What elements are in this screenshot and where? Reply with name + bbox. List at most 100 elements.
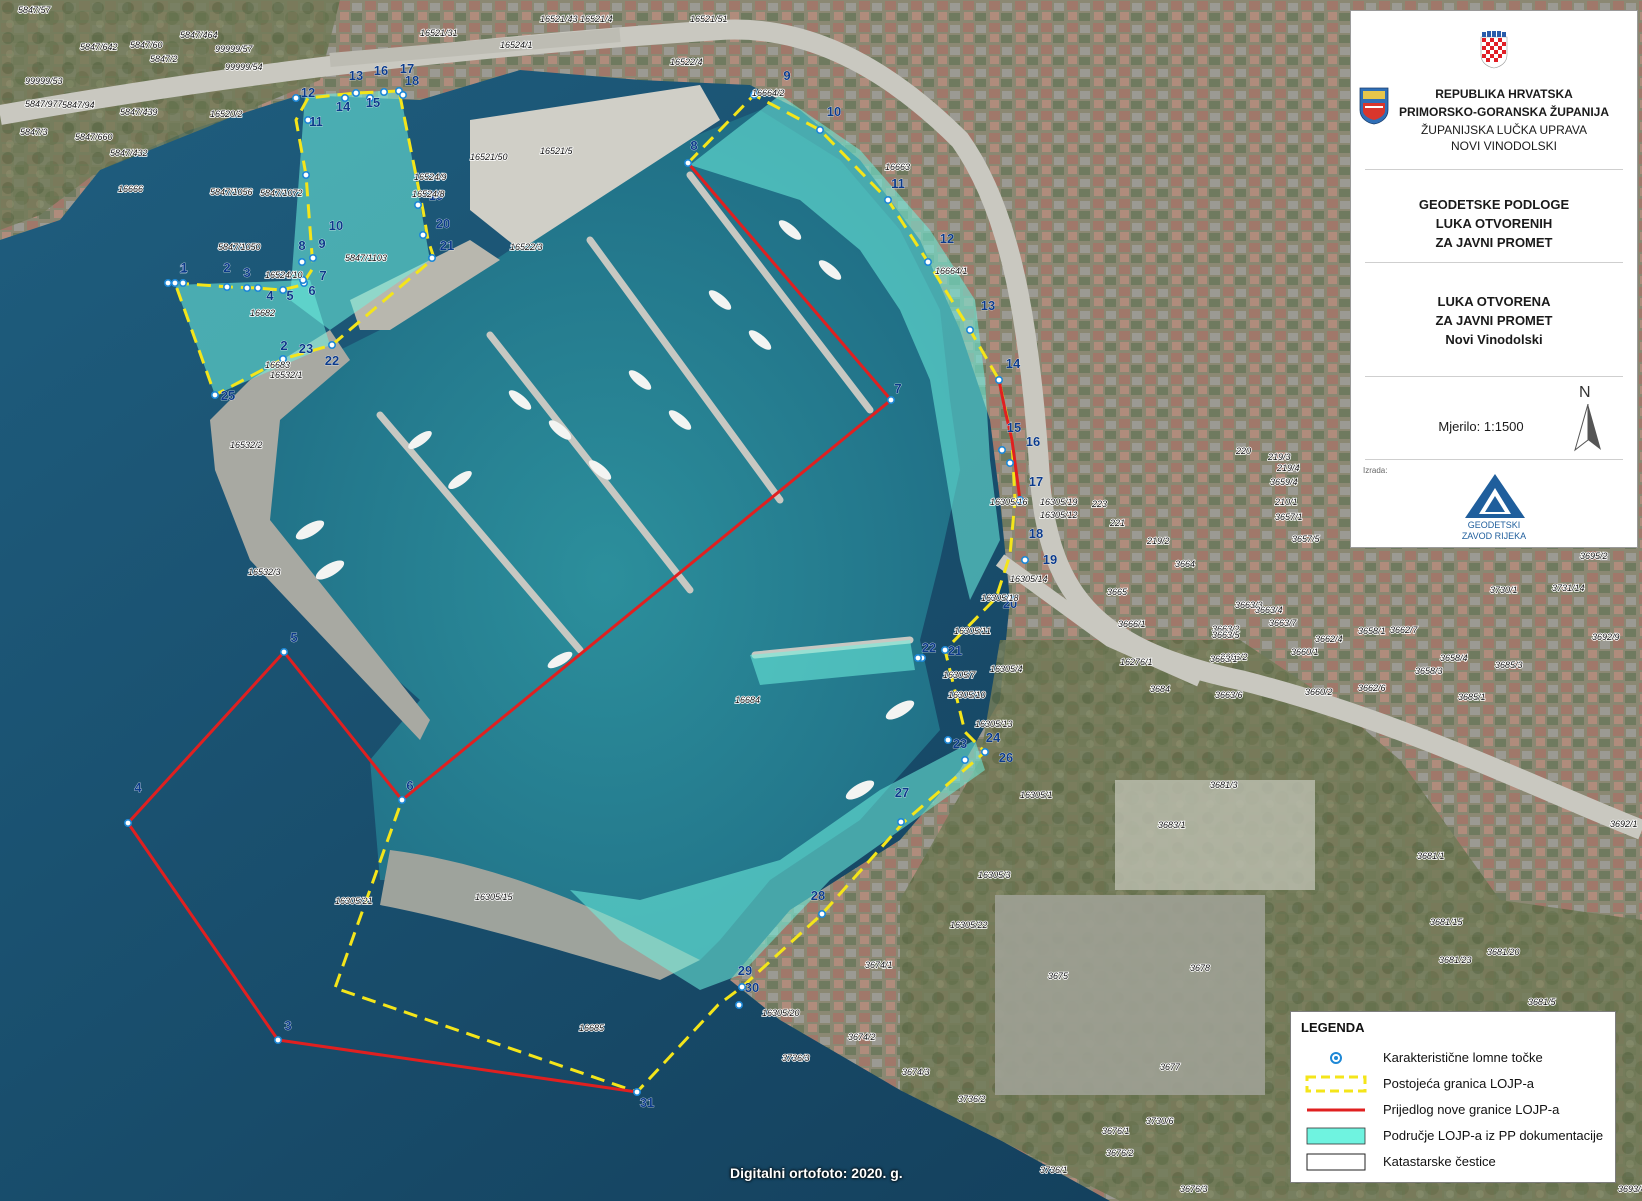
parcel-label: 16305/19	[1040, 497, 1078, 507]
subtitle-line3: Novi Vinodolski	[1445, 332, 1543, 347]
parcel-label: 3663/4	[1255, 605, 1283, 615]
parcel-label: 99999/53	[25, 76, 63, 86]
break-point-label: 26	[999, 750, 1013, 765]
parcel-label: 3675	[1048, 971, 1069, 981]
parcel-label: 3662/4	[1315, 634, 1343, 644]
parcel-label: 5847/642	[80, 42, 118, 52]
north-arrow-icon	[1574, 404, 1601, 452]
title-line2: LUKA OTVORENIH	[1435, 216, 1553, 231]
break-point-marker	[896, 817, 905, 826]
parcel-label: 3658/3	[1415, 666, 1443, 676]
break-point-marker	[397, 795, 406, 804]
break-point-label: 10	[329, 218, 343, 233]
north-label: N	[1579, 384, 1591, 401]
gzr-logo-icon	[1465, 474, 1525, 518]
parcel-label: 3681/15	[1430, 917, 1464, 927]
parcel-label: 16305/15	[475, 892, 514, 902]
orthophoto-caption: Digitalni ortofoto: 2020. g.	[730, 1165, 903, 1181]
parcel-label: 16664/1	[935, 266, 968, 276]
parcel-label: 5847/1050	[218, 242, 261, 252]
parcel-label: 16305/1	[1020, 790, 1053, 800]
break-point-label: 9	[783, 68, 790, 83]
parcel-label: 3659/4	[1270, 477, 1298, 487]
point-symbol-icon	[1330, 1052, 1342, 1064]
parcel-label: 16524/8	[412, 189, 445, 199]
parcel-label: 3736/1	[1040, 1165, 1068, 1175]
break-point-marker	[211, 390, 220, 399]
break-point-label: 22	[922, 640, 936, 655]
break-point-marker	[427, 254, 436, 263]
parcel-label: 16664/2	[752, 88, 785, 98]
parcel-label: 3663/7	[1269, 618, 1298, 628]
break-point-label: 8	[690, 138, 697, 153]
parcel-label: 3684	[1150, 684, 1170, 694]
parcel-label: 16305/12	[1040, 510, 1078, 520]
parcel-label: 3685/1	[1458, 692, 1486, 702]
parcel-label: 16521/5	[540, 146, 574, 156]
parcel-label: 3657/5	[1292, 534, 1321, 544]
legend-item-points: Karakteristične lomne točke	[1299, 1048, 1609, 1070]
break-point-label: 9	[318, 236, 325, 251]
parcel-label: 3681/5	[1528, 997, 1557, 1007]
subtitle-line1: LUKA OTVORENA	[1437, 294, 1551, 309]
break-point-marker	[997, 445, 1006, 454]
parcel-label: 3736/2	[958, 1094, 986, 1104]
parcel-label: 3676/1	[1102, 1126, 1130, 1136]
legend-item-zone: Područje LOJP-a iz PP dokumentacije	[1299, 1126, 1609, 1148]
parcel-label: 16521/4	[580, 14, 613, 24]
parcel-label: 3683/1	[1158, 820, 1186, 830]
break-point-label: 12	[940, 231, 954, 246]
break-point-label: 14	[1006, 356, 1021, 371]
parcel-label: 16532/2	[230, 440, 263, 450]
break-point-marker	[1005, 458, 1014, 467]
legend-label-parcels: Katastarske čestice	[1383, 1154, 1496, 1169]
break-point-label: 2	[280, 338, 287, 353]
proposed-boundary-symbol-icon	[1307, 1108, 1365, 1112]
parcel-label: 5847/432	[110, 148, 148, 158]
parcel-label: 16305/21	[335, 896, 373, 906]
legend-label-points: Karakteristične lomne točke	[1383, 1050, 1543, 1065]
break-point-marker	[278, 285, 287, 294]
parcel-label: 99999/57	[215, 44, 254, 54]
parcel-label: 16276/1	[1120, 657, 1153, 667]
parcel-label: 3676/3	[1180, 1184, 1208, 1194]
parcel-label: 3663/6	[1215, 690, 1243, 700]
break-point-label: 3	[284, 1018, 291, 1033]
existing-boundary-symbol-icon	[1305, 1075, 1367, 1093]
legend-item-existing: Postojeća granica LOJP-a	[1299, 1074, 1609, 1096]
break-point-marker	[243, 283, 252, 292]
break-point-label: 17	[1029, 474, 1043, 489]
legend-label-existing: Postojeća granica LOJP-a	[1383, 1076, 1535, 1091]
break-point-label: 4	[134, 780, 142, 795]
break-point-label: 7	[319, 268, 326, 283]
parcel-label: 5847/2	[150, 54, 178, 64]
zone-fill-symbol-icon	[1306, 1127, 1366, 1145]
parcel-label: 16305/4	[990, 664, 1023, 674]
legend: LEGENDA Karakteristične lomne točke Post…	[1290, 1011, 1616, 1183]
parcel-label: 3678	[1190, 963, 1210, 973]
parcel-label: 3674/1	[865, 960, 893, 970]
parcel-label: 3660/2	[1305, 687, 1333, 697]
parcel-label: 16684	[735, 695, 760, 705]
parcel-label: 16305/11	[954, 626, 991, 636]
break-point-label: 11	[309, 114, 323, 129]
break-point-marker	[223, 282, 232, 291]
break-point-label: 28	[811, 888, 825, 903]
break-point-marker	[413, 201, 422, 210]
break-point-label: 8	[298, 238, 305, 253]
parcel-label: 3681/3	[1210, 780, 1238, 790]
break-point-label: 27	[895, 785, 909, 800]
parcel-label: 3664	[1175, 559, 1195, 569]
break-point-marker	[418, 231, 427, 240]
parcel-label: 16532/1	[270, 370, 303, 380]
break-point-marker	[965, 325, 974, 334]
parcel-label: 3731/14	[1552, 583, 1585, 593]
parcel-label: 16305/22	[950, 920, 988, 930]
break-point-label: 13	[981, 298, 995, 313]
parcel-label: 3657/1	[1275, 512, 1303, 522]
break-point-label: 23	[299, 341, 313, 356]
parcel-label: 3692/9	[1592, 632, 1620, 642]
subtitle-line2: ZA JAVNI PROMET	[1435, 313, 1553, 328]
legend-label-zone: Područje LOJP-a iz PP dokumentacije	[1383, 1128, 1604, 1143]
legend-item-parcels: Katastarske čestice	[1299, 1152, 1609, 1174]
